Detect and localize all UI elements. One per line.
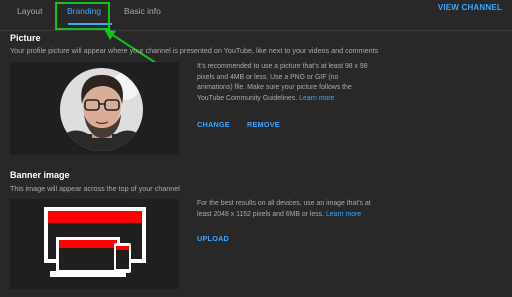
banner-learn-more-link[interactable]: Learn more (326, 211, 361, 218)
remove-picture-button[interactable]: REMOVE (247, 120, 280, 129)
banner-section-title: Banner image (10, 170, 70, 180)
tab-basic-info[interactable]: Basic info (124, 6, 161, 16)
avatar (60, 68, 143, 151)
picture-section-title: Picture (10, 33, 41, 43)
picture-learn-more-link[interactable]: Learn more (299, 95, 334, 102)
devices-banner-illustration (44, 207, 146, 277)
picture-guidelines-text: It’s recommended to use a picture that’s… (197, 63, 368, 102)
banner-image-preview (10, 199, 179, 289)
branding-tab-highlight-box (55, 2, 110, 30)
banner-guidelines-text: For the best results on all devices, use… (197, 200, 371, 218)
tab-layout[interactable]: Layout (17, 6, 43, 16)
change-picture-button[interactable]: CHANGE (197, 120, 230, 129)
view-channel-link[interactable]: VIEW CHANNEL (438, 3, 502, 12)
profile-picture-preview (10, 62, 179, 155)
upload-banner-button[interactable]: UPLOAD (197, 234, 229, 243)
picture-section-description: Your profile picture will appear where y… (10, 46, 379, 55)
banner-section-description: This image will appear across the top of… (10, 184, 180, 193)
